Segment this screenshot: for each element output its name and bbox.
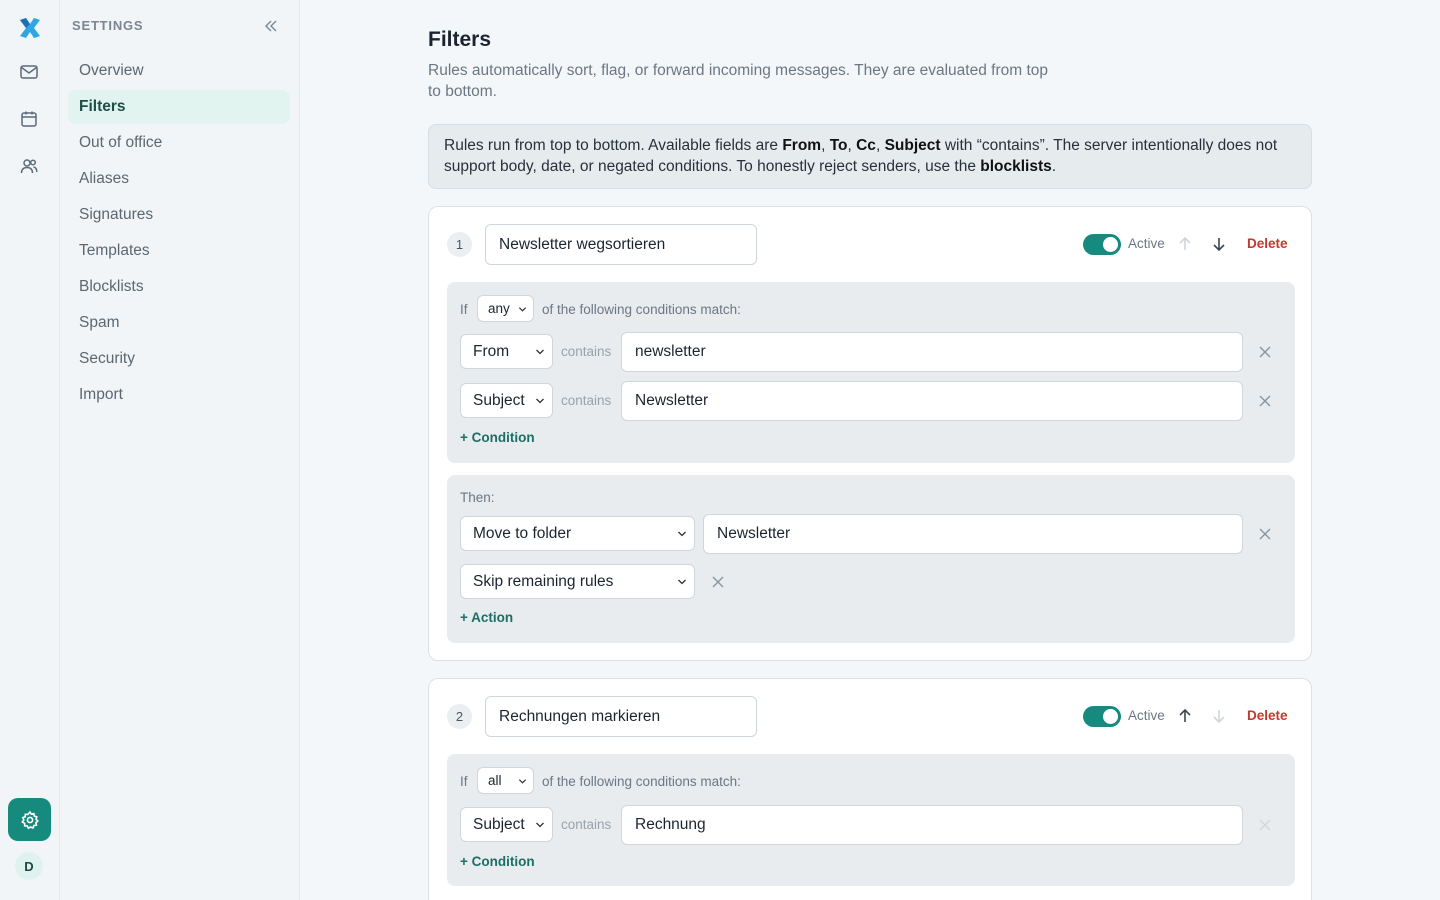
filter-rule-card: 1 Active Delete If any of the following … — [428, 206, 1312, 661]
contains-label: contains — [561, 393, 612, 408]
action-type-select[interactable]: Move to folder — [460, 516, 695, 551]
remove-action-icon[interactable] — [1257, 526, 1273, 542]
add-action-button[interactable]: + Action — [460, 610, 513, 625]
if-label: If — [460, 774, 468, 789]
chevron-down-icon — [518, 307, 527, 312]
mail-icon[interactable] — [18, 61, 40, 83]
page-title: Filters — [428, 28, 492, 51]
chevron-down-icon — [678, 531, 686, 537]
calendar-icon[interactable] — [18, 108, 40, 130]
sidebar-item-blocklists[interactable]: Blocklists — [68, 270, 290, 304]
settings-sidebar: SETTINGS Overview Filters Out of office … — [60, 0, 300, 900]
delete-rule-button[interactable]: Delete — [1247, 708, 1288, 723]
sidebar-item-security[interactable]: Security — [68, 342, 290, 376]
move-up-icon[interactable] — [1175, 234, 1195, 254]
blocklists-link[interactable]: blocklists — [980, 158, 1052, 175]
active-toggle[interactable] — [1083, 234, 1121, 255]
page-description: Rules automatically sort, flag, or forwa… — [428, 62, 1048, 100]
match-mode-select[interactable]: any — [477, 295, 534, 322]
rule-name-input[interactable] — [485, 224, 757, 265]
condition-value-input[interactable] — [621, 332, 1243, 372]
action-value-input[interactable] — [703, 514, 1243, 554]
remove-condition-icon — [1259, 819, 1271, 831]
move-down-icon[interactable] — [1209, 706, 1229, 726]
add-condition-button[interactable]: + Condition — [460, 430, 535, 445]
sidebar-item-signatures[interactable]: Signatures — [68, 198, 290, 232]
condition-field-select[interactable]: Subject — [460, 383, 553, 418]
rule-name-input[interactable] — [485, 696, 757, 737]
sidebar-item-overview[interactable]: Overview — [68, 54, 290, 88]
remove-action-icon[interactable] — [710, 574, 726, 590]
collapse-sidebar-icon[interactable] — [261, 16, 281, 36]
delete-rule-button[interactable]: Delete — [1247, 236, 1288, 251]
then-label: Then: — [460, 490, 495, 505]
move-up-icon[interactable] — [1175, 706, 1195, 726]
condition-field-select[interactable]: From — [460, 334, 553, 369]
x-logo-icon[interactable] — [16, 14, 44, 42]
match-mode-select[interactable]: all — [477, 767, 534, 794]
sidebar-title: SETTINGS — [72, 18, 144, 33]
info-banner: Rules run from top to bottom. Available … — [428, 124, 1312, 189]
contains-label: contains — [561, 344, 612, 359]
match-suffix-label: of the following conditions match: — [542, 774, 741, 789]
active-label: Active — [1128, 236, 1165, 251]
contacts-icon[interactable] — [18, 155, 40, 177]
add-condition-button[interactable]: + Condition — [460, 854, 535, 869]
if-label: If — [460, 302, 468, 317]
chevron-down-icon — [536, 398, 544, 404]
chevron-down-icon — [536, 822, 544, 828]
sidebar-item-aliases[interactable]: Aliases — [68, 162, 290, 196]
match-suffix-label: of the following conditions match: — [542, 302, 741, 317]
chevron-down-icon — [536, 349, 544, 355]
rule-number: 2 — [447, 704, 472, 729]
condition-value-input[interactable] — [621, 381, 1243, 421]
gear-icon — [20, 810, 39, 829]
actions-block: Then: Move to folder Skip remaining rule… — [447, 475, 1295, 643]
rule-number: 1 — [447, 232, 472, 257]
chevron-down-icon — [518, 779, 527, 784]
settings-button[interactable] — [8, 798, 51, 841]
chevron-down-icon — [678, 579, 686, 585]
conditions-block: If any of the following conditions match… — [447, 282, 1295, 463]
sidebar-item-filters[interactable]: Filters — [68, 90, 290, 124]
icon-rail: D — [0, 0, 60, 900]
sidebar-item-import[interactable]: Import — [68, 378, 290, 412]
active-label: Active — [1128, 708, 1165, 723]
remove-condition-icon[interactable] — [1257, 344, 1273, 360]
sidebar-nav: Overview Filters Out of office Aliases S… — [68, 54, 290, 414]
action-type-select[interactable]: Skip remaining rules — [460, 564, 695, 599]
remove-condition-icon[interactable] — [1257, 393, 1273, 409]
sidebar-item-out-of-office[interactable]: Out of office — [68, 126, 290, 160]
filter-rule-card: 2 Active Delete If all of the following … — [428, 678, 1312, 900]
conditions-block: If all of the following conditions match… — [447, 754, 1295, 886]
sidebar-item-spam[interactable]: Spam — [68, 306, 290, 340]
avatar[interactable]: D — [15, 852, 43, 880]
sidebar-item-templates[interactable]: Templates — [68, 234, 290, 268]
move-down-icon[interactable] — [1209, 234, 1229, 254]
main-content: Filters Rules automatically sort, flag, … — [300, 0, 1440, 900]
contains-label: contains — [561, 817, 612, 832]
active-toggle[interactable] — [1083, 706, 1121, 727]
condition-value-input[interactable] — [621, 805, 1243, 845]
condition-field-select[interactable]: Subject — [460, 807, 553, 842]
